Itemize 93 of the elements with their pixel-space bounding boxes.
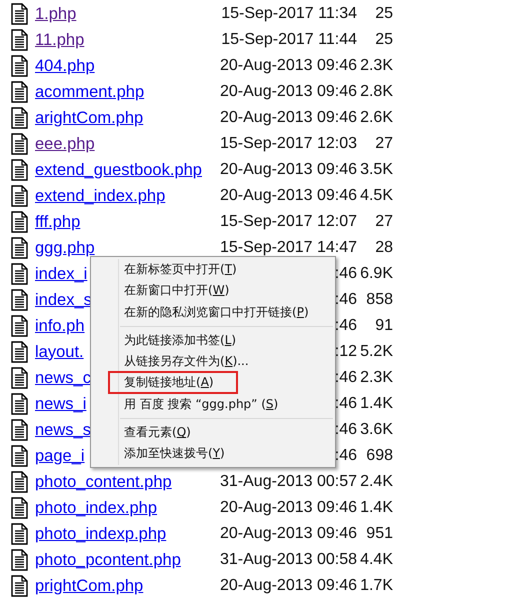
menu-item[interactable]: 在新窗口中打开(W) [91,280,335,302]
file-icon [11,289,28,311]
file-link[interactable]: 404.php [35,56,213,76]
file-link[interactable]: fff.php [35,212,213,232]
file-icon [11,55,28,77]
file-link[interactable]: ggg.php [35,238,213,258]
file-date: :12 [334,343,357,360]
file-link[interactable]: photo_pcontent.php [35,550,213,570]
file-date: :46 [334,447,357,464]
file-link[interactable]: extend_index.php [35,186,213,206]
file-size: 1.7K [360,577,393,594]
file-link[interactable]: eee.php [35,134,213,154]
file-link[interactable]: acomment.php [35,82,213,102]
file-icon [11,315,28,337]
file-size: 91 [375,317,393,334]
file-date: :46 [334,291,357,308]
file-size: 4.4K [360,551,393,568]
file-date: :46 [334,369,357,386]
file-date: :46 [334,421,357,438]
file-date: 20-Aug-2013 09:46 [220,187,357,204]
menu-item[interactable]: 用 百度 搜索 “ggg.php” (S) [91,394,335,416]
file-link[interactable]: photo_index.php [35,498,213,518]
file-link[interactable]: arightCom.php [35,108,213,128]
file-icon [11,419,28,441]
file-date: 20-Aug-2013 09:46 [220,83,357,100]
file-size: 2.6K [360,109,393,126]
file-icon [11,263,28,285]
file-size: 25 [375,5,393,22]
file-link[interactable]: photo_indexp.php [35,524,213,544]
file-size: 858 [366,291,393,308]
file-size: 698 [366,447,393,464]
file-size: 1.4K [360,499,393,516]
file-icon [11,523,28,545]
file-icon [11,81,28,103]
file-icon [11,341,28,363]
file-icon [11,159,28,181]
file-size: 28 [375,239,393,256]
file-icon [11,393,28,415]
file-date: 20-Aug-2013 09:46 [220,577,357,594]
file-size: 4.5K [360,187,393,204]
file-icon [11,29,28,51]
file-link[interactable]: 1.php [35,4,213,24]
file-icon [11,471,28,493]
file-size: 2.3K [360,369,393,386]
menu-item[interactable]: 查看元素(Q) [91,422,335,444]
file-icon [11,497,28,519]
file-size: 25 [375,31,393,48]
file-icon [11,575,28,597]
file-date: :46 [334,317,357,334]
file-size: 6.9K [360,265,393,282]
file-date: 20-Aug-2013 09:46 [220,525,357,542]
file-icon [11,445,28,467]
menu-item[interactable]: 在新标签页中打开(T) [91,259,335,280]
menu-item[interactable]: 复制链接地址(A) [91,372,335,394]
file-size: 1.4K [360,395,393,412]
file-date: 15-Sep-2017 14:47 [220,239,357,256]
menu-item[interactable]: 从链接另存文件为(K)... [91,351,335,372]
file-date: 15-Sep-2017 11:44 [221,31,357,48]
file-date: 15-Sep-2017 12:07 [220,213,357,230]
file-size: 2.8K [360,83,393,100]
file-icon [11,185,28,207]
file-date: 20-Aug-2013 09:46 [220,161,357,178]
file-icon [11,107,28,129]
file-size: 5.2K [360,343,393,360]
file-icon [11,133,28,155]
file-size: 3.6K [360,421,393,438]
file-date: 31-Aug-2013 00:57 [220,473,357,490]
file-date: 15-Sep-2017 12:03 [220,135,357,152]
file-link[interactable]: extend_guestbook.php [35,160,213,180]
file-date: :46 [334,395,357,412]
file-date: 20-Aug-2013 09:46 [220,109,357,126]
file-date: 20-Aug-2013 09:46 [220,499,357,516]
file-size: 951 [366,525,393,542]
file-size: 2.4K [360,473,393,490]
file-icon [11,211,28,233]
file-date: 20-Aug-2013 09:46 [220,57,357,74]
menu-item[interactable]: 为此链接添加书签(L) [91,330,335,352]
file-size: 3.5K [360,161,393,178]
file-link[interactable]: photo_content.php [35,472,213,492]
file-icon [11,237,28,259]
menu-item[interactable]: 在新的隐私浏览窗口中打开链接(P) [91,302,335,323]
file-size: 27 [375,135,393,152]
file-icon [11,3,28,25]
file-icon [11,549,28,571]
file-link[interactable]: prightCom.php [35,576,213,596]
file-date: 31-Aug-2013 00:58 [220,551,357,568]
file-link[interactable]: 11.php [35,30,213,50]
file-size: 2.3K [360,57,393,74]
file-date: 15-Sep-2017 11:34 [221,5,357,22]
file-date: :46 [334,265,357,282]
file-size: 27 [375,213,393,230]
file-icon [11,367,28,389]
menu-item[interactable]: 添加至快速拨号(Y) [91,443,335,465]
